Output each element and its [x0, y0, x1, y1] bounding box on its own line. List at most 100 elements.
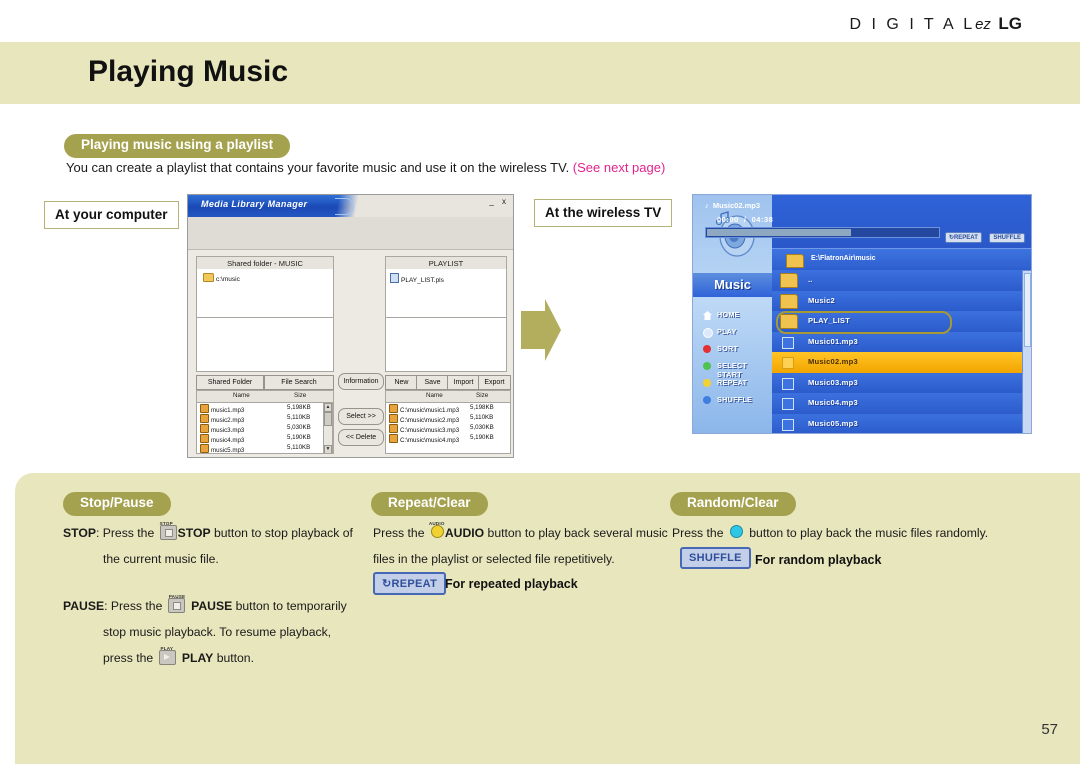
repeat-badge[interactable]: ↻REPEAT [944, 232, 982, 243]
pause-button-name: PAUSE [191, 599, 233, 613]
playlist-tree[interactable]: PLAY_LIST.pls [385, 269, 507, 318]
checkbox[interactable] [782, 357, 794, 369]
table-row[interactable]: C:\music\music2.mp3 5,110KB [386, 413, 510, 424]
new-button[interactable]: New [385, 375, 418, 390]
tree-item-music-folder[interactable]: c:\music [203, 273, 240, 283]
page-number: 57 [1041, 721, 1058, 738]
table-row[interactable]: music6.mp35,190KB [197, 453, 333, 454]
note-icon: ♪ [705, 201, 709, 210]
file-size: 5,110KB [287, 414, 311, 421]
legend-label: REPEAT [717, 378, 748, 387]
left-folder-tree[interactable]: c:\music [196, 269, 334, 318]
export-button[interactable]: Export [478, 375, 511, 390]
play-icon [703, 328, 713, 338]
legend-item-repeat[interactable]: REPEAT [699, 375, 772, 392]
table-row[interactable]: music5.mp3 5,110KB [197, 443, 333, 453]
section-pill: Playing music using a playlist [64, 134, 291, 158]
file-search-button[interactable]: File Search [264, 375, 334, 390]
table-row[interactable]: music3.mp3 5,030KB [197, 423, 333, 434]
checkbox[interactable] [782, 377, 794, 390]
source-list-scrollbar[interactable]: ▲ ▼ [323, 402, 333, 453]
stop-text-b: button to stop playback of [213, 526, 353, 540]
tv-file-browser[interactable]: .. Music2 PLAY_LIST Music01.mp3 Music02.… [772, 270, 1031, 433]
scroll-down-arrow-icon[interactable]: ▼ [324, 445, 332, 453]
stop-glyph-icon [164, 529, 173, 537]
stop-text-a: : Press the [95, 526, 155, 540]
scrollbar-thumb[interactable] [324, 412, 332, 426]
tv-list-scrollbar[interactable] [1022, 270, 1031, 433]
table-row[interactable]: C:\music\music4.mp3 5,190KB [386, 433, 510, 444]
table-row[interactable]: C:\music\music1.mp3 5,198KB [386, 403, 510, 414]
column-header-name: Name [426, 392, 443, 399]
select-button[interactable]: Select >> [338, 408, 384, 425]
tree-item-playlist-file[interactable]: PLAY_LIST.pls [390, 273, 444, 284]
shared-folder-button[interactable]: Shared Folder [196, 375, 264, 390]
legend-item-shuffle[interactable]: SHUFFLE [699, 392, 772, 409]
list-item[interactable]: Music03.mp3 [772, 372, 1022, 394]
current-path-bar: E:\FlatronAir\music [772, 248, 1031, 271]
play-remote-button-icon [158, 650, 176, 665]
list-item[interactable]: Music04.mp3 [772, 393, 1022, 415]
page-title: Playing Music [88, 55, 289, 88]
table-row[interactable]: music2.mp3 5,110KB [197, 413, 333, 424]
list-item-label: Music05.mp3 [808, 418, 858, 428]
legend-item-sort[interactable]: SORT [699, 341, 772, 358]
mp3-icon [200, 434, 209, 443]
legend-item-play[interactable]: PLAY [699, 324, 772, 341]
mp3-icon [389, 424, 398, 433]
list-item[interactable]: PLAY_LIST [772, 311, 1022, 333]
list-item[interactable]: Music2 [772, 290, 1022, 312]
repeat-osd-badge-label: REPEAT [391, 578, 438, 590]
file-size: 5,030KB [470, 424, 494, 431]
list-item[interactable]: .. [772, 270, 1022, 292]
random-text-b: button to play back the music files rand… [749, 526, 989, 540]
shuffle-badge[interactable]: SHUFFLE [989, 233, 1025, 243]
mp3-icon [200, 424, 209, 433]
play-button-name: PLAY [181, 651, 214, 665]
list-item-selected[interactable]: Music02.mp3 [772, 352, 1022, 374]
information-button[interactable]: Information [338, 373, 384, 390]
source-file-list[interactable]: Name Size music1.mp3 5,198KB music2.mp3 5,… [196, 390, 334, 454]
list-item[interactable]: Music01.mp3 [772, 331, 1022, 353]
window-title: Media Library Manager [201, 199, 308, 209]
scroll-up-arrow-icon[interactable]: ▲ [324, 403, 332, 412]
stop-button-name: STOP [177, 526, 211, 540]
scrollbar-thumb[interactable] [1024, 273, 1031, 347]
table-row[interactable]: music1.mp3 5,198KB [197, 403, 333, 414]
caption-at-the-wireless-tv: At the wireless TV [534, 199, 673, 227]
repeat-text-a: Press the [373, 526, 425, 540]
checkbox[interactable] [782, 418, 794, 431]
stop-pause-pill: Stop/Pause [63, 492, 171, 516]
legend-item-home[interactable]: HOME [699, 307, 772, 324]
pause-instruction-line2: stop music playback. To resume playback, [103, 625, 332, 639]
legend-item-select-start[interactable]: SELECT START [699, 358, 772, 379]
list-item[interactable]: Music05.mp3 [772, 413, 1022, 433]
checkbox[interactable] [782, 336, 794, 349]
list-item-label: Music2 [808, 295, 835, 305]
import-button[interactable]: Import [447, 375, 480, 390]
yellow-dot-icon [703, 379, 711, 387]
table-row[interactable]: music4.mp3 5,190KB [197, 433, 333, 444]
repeat-arrow-icon: ↻ [382, 578, 392, 590]
list-item-label: .. [808, 275, 813, 284]
file-size: 5,110KB [470, 414, 494, 421]
playlist-file-list[interactable]: Name Size C:\music\music1.mp3 5,198KB C:\… [385, 390, 511, 454]
table-row[interactable]: C:\music\music3.mp3 5,030KB [386, 423, 510, 434]
legend-label: HOME [717, 310, 740, 319]
source-list-header: Name Size [197, 391, 333, 403]
time-separator: / [743, 215, 747, 224]
save-button[interactable]: Save [416, 375, 449, 390]
delete-button[interactable]: << Delete [338, 429, 384, 446]
repeat-text-b: button to play back several music [487, 526, 668, 540]
playback-time: 00:00 / 04:38 [717, 215, 773, 224]
section-intro: You can create a playlist that contains … [66, 160, 665, 175]
repeat-instruction-line2: files in the playlist or selected file r… [373, 552, 615, 566]
stop-keyword: STOP [63, 526, 96, 540]
list-item-label: Music02.mp3 [808, 357, 858, 366]
checkbox[interactable] [782, 398, 794, 410]
green-dot-icon [703, 362, 711, 370]
window-control-buttons[interactable]: _ x [489, 197, 509, 206]
column-header-size: Size [476, 392, 489, 399]
progress-bar[interactable] [705, 227, 940, 238]
blue-dot-icon [703, 396, 711, 404]
